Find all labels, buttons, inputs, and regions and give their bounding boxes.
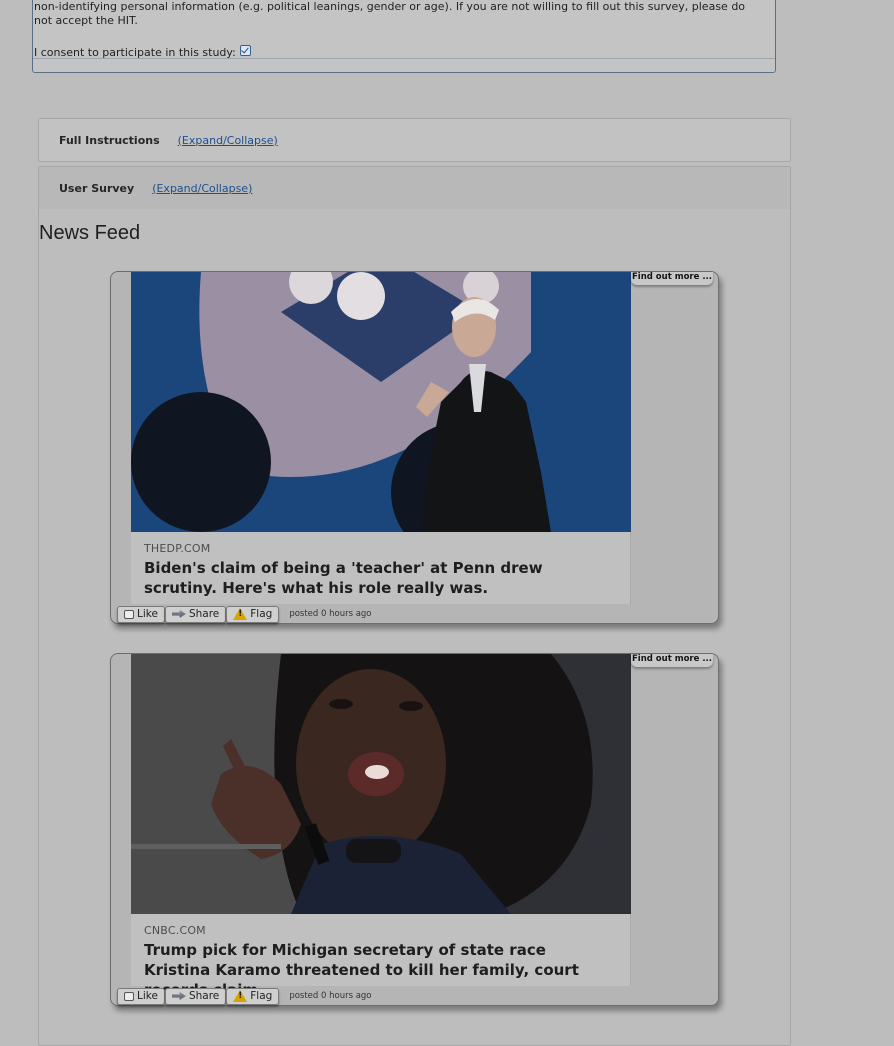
find-out-more-button[interactable]: Find out more ... [631, 654, 713, 667]
posted-time: posted 0 hours ago [289, 991, 372, 1001]
like-label: Like [137, 990, 158, 1002]
instructions-panel: Full Instructions (Expand/Collapse) [38, 118, 791, 162]
post-title[interactable]: Biden's claim of being a 'teacher' at Pe… [144, 558, 614, 598]
flag-label: Flag [250, 990, 273, 1002]
news-post: CNBC.COM Trump pick for Michigan secreta… [110, 653, 719, 1006]
warning-icon [233, 608, 248, 620]
consent-checkbox[interactable] [239, 45, 251, 56]
consent-divider [33, 58, 775, 59]
share-label: Share [188, 990, 220, 1002]
news-feed-heading: News Feed [39, 222, 141, 244]
flag-button[interactable]: Flag [226, 987, 280, 1005]
share-button[interactable]: Share [164, 987, 227, 1005]
share-label: Share [188, 608, 220, 620]
like-button[interactable]: Like [117, 987, 165, 1005]
posted-time: posted 0 hours ago [289, 609, 372, 619]
flag-button[interactable]: Flag [226, 605, 280, 623]
user-survey-panel-header: User Survey (Expand/Collapse) [39, 167, 790, 209]
user-survey-expand-collapse-link[interactable]: (Expand/Collapse) [152, 182, 252, 195]
post-meta: CNBC.COM Trump pick for Michigan secreta… [131, 914, 631, 999]
like-label: Like [137, 608, 158, 620]
like-button[interactable]: Like [117, 605, 165, 623]
news-post: THEDP.COM Biden's claim of being a 'teac… [110, 271, 719, 624]
warning-icon [233, 990, 248, 1002]
post-actions: Like Share Flag posted 0 hours ago [117, 987, 372, 1005]
post-meta: THEDP.COM Biden's claim of being a 'teac… [131, 532, 631, 604]
flag-label: Flag [250, 608, 273, 620]
instructions-expand-collapse-link[interactable]: (Expand/Collapse) [178, 134, 278, 147]
share-button[interactable]: Share [164, 605, 227, 623]
post-photo-biden [131, 272, 631, 532]
share-arrow-icon [171, 610, 186, 618]
thumbs-up-icon [124, 609, 134, 619]
thumbs-up-icon [124, 991, 134, 1001]
consent-text: non-identifying personal information (e.… [34, 0, 746, 27]
user-survey-title: User Survey [59, 181, 135, 195]
post-source: THEDP.COM [144, 542, 211, 555]
instructions-title: Full Instructions [59, 133, 160, 147]
share-arrow-icon [171, 992, 186, 1000]
find-out-more-button[interactable]: Find out more ... [631, 272, 713, 285]
post-source: CNBC.COM [144, 924, 206, 937]
consent-box: non-identifying personal information (e.… [32, 0, 776, 73]
post-actions: Like Share Flag posted 0 hours ago [117, 605, 372, 623]
post-image[interactable] [131, 654, 631, 914]
instructions-panel-header: Full Instructions (Expand/Collapse) [39, 119, 790, 161]
post-image[interactable] [131, 272, 631, 532]
post-photo-karamo [131, 654, 631, 914]
